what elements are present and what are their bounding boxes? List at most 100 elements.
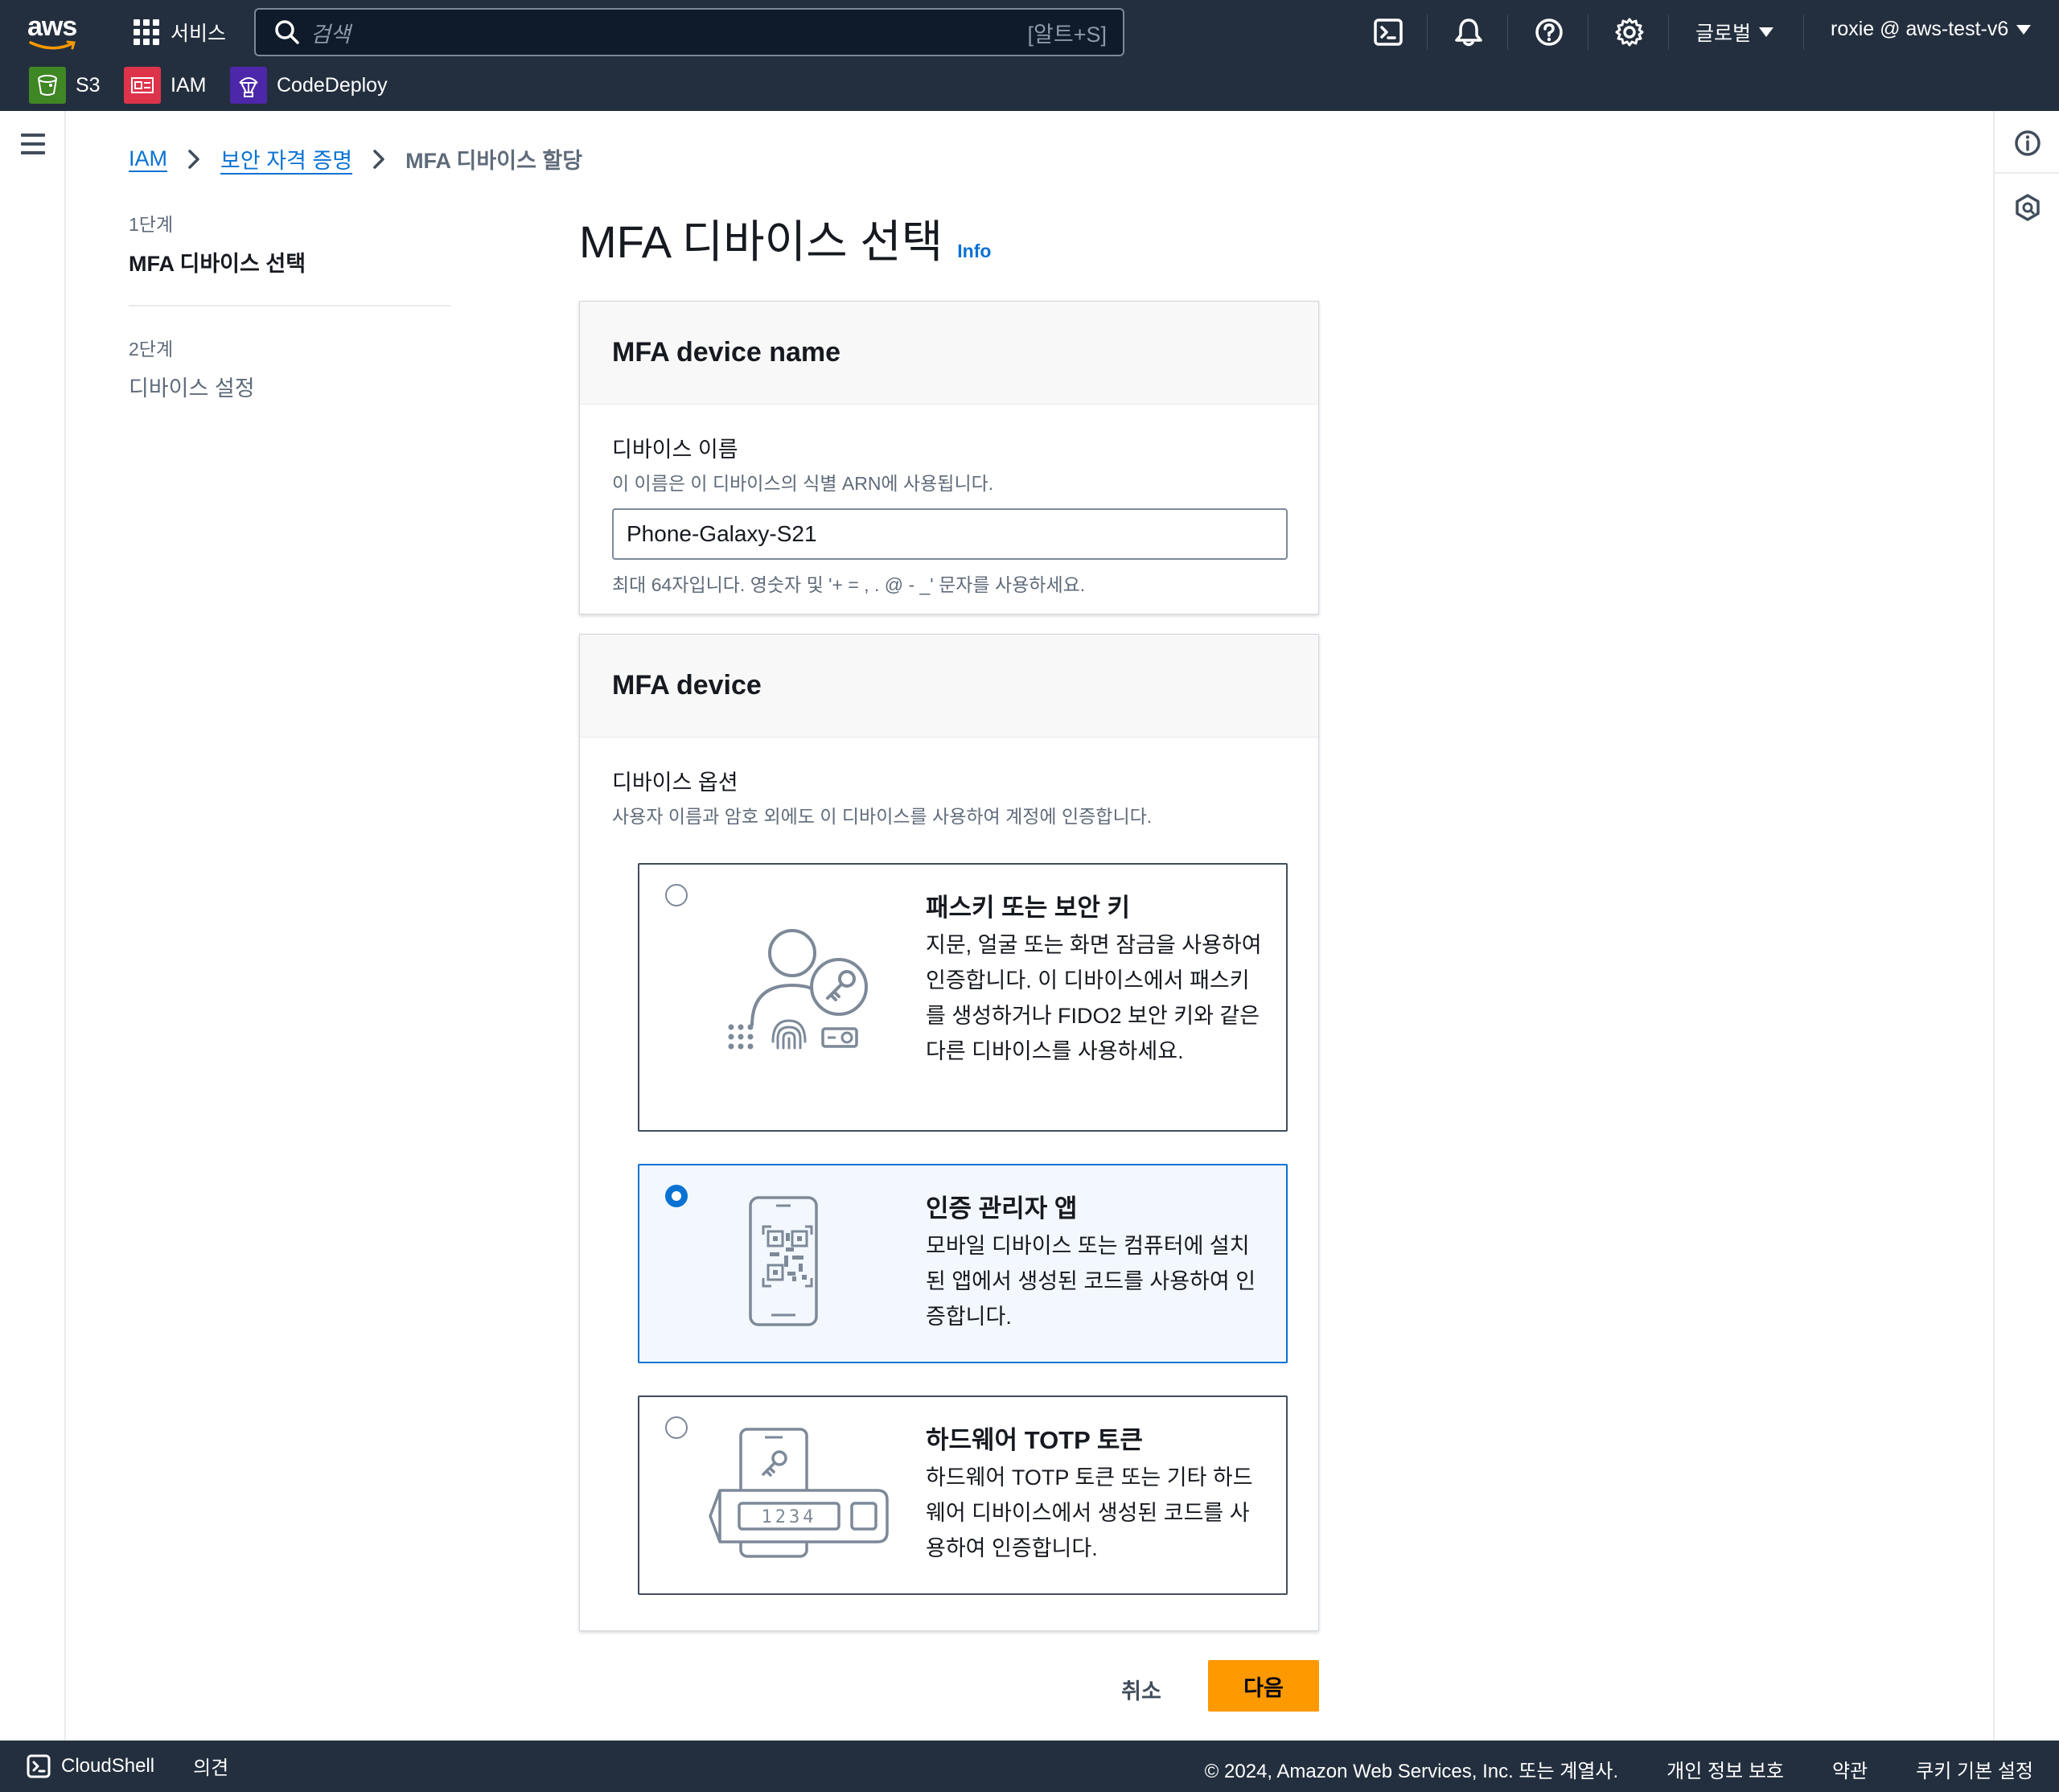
favorite-s3[interactable]: S3	[29, 67, 101, 104]
authenticator-phone-qr-icon	[749, 1196, 818, 1326]
option-tile-hardware-totp[interactable]: 1234 하드웨어 TOTP 토큰 하드웨어 TOTP 토큰 또는 기타 하드웨…	[638, 1395, 1288, 1595]
next-button[interactable]: 다음	[1208, 1660, 1319, 1712]
hexagon-assistant-icon	[2016, 194, 2040, 221]
account-menu[interactable]: roxie @ aws-test-v6	[1831, 18, 2032, 41]
wizard-step-2: 2단계 디바이스 설정	[129, 334, 450, 402]
search-icon	[275, 20, 299, 44]
qdeveloper-panel-button[interactable]	[1995, 193, 2059, 222]
nav-divider	[1427, 14, 1428, 50]
wizard-step-1: 1단계 MFA 디바이스 선택	[129, 209, 450, 277]
search-placeholder: 검색	[310, 22, 351, 47]
passkey-illustration-icon	[728, 929, 868, 1050]
iam-icon	[124, 67, 161, 104]
favorite-label: IAM	[171, 73, 207, 97]
feedback-link[interactable]: 의견	[193, 1752, 228, 1780]
container-title: MFA device name	[612, 337, 841, 368]
container-title: MFA device	[612, 670, 762, 701]
step-title: MFA 디바이스 선택	[129, 252, 306, 276]
services-label: 서비스	[171, 23, 227, 45]
step-title: 디바이스 설정	[129, 376, 255, 401]
services-grid-icon	[134, 19, 159, 45]
field-description: 이 이름은 이 디바이스의 식별 ARN에 사용됩니다.	[612, 473, 994, 494]
step-divider	[129, 305, 450, 306]
favorite-label: S3	[76, 73, 101, 97]
device-name-value: Phone-Galaxy-S21	[627, 521, 817, 546]
footer: CloudShell 의견 © 2024, Amazon Web Service…	[0, 1741, 2059, 1792]
rail-divider	[1995, 172, 2059, 174]
cloudshell-icon[interactable]	[1372, 16, 1404, 48]
notifications-bell-icon[interactable]	[1453, 16, 1485, 48]
radio-hardware-totp[interactable]	[665, 1416, 688, 1439]
option-tile-authenticator-app[interactable]: 인증 관리자 앱 모바일 디바이스 또는 컴퓨터에 설치된 앱에서 생성된 코드…	[638, 1164, 1288, 1363]
breadcrumb-link-iam[interactable]: IAM	[129, 146, 167, 171]
search-input[interactable]: 검색 [알트+S]	[254, 8, 1124, 56]
breadcrumb-link-security-credentials[interactable]: 보안 자격 증명	[220, 143, 352, 175]
aws-smile-icon	[29, 40, 76, 50]
option-title: 인증 관리자 앱	[926, 1194, 1078, 1223]
field-label: 디바이스 옵션	[612, 771, 738, 795]
option-description: 지문, 얼굴 또는 화면 잠금을 사용하여 인증합니다. 이 디바이스에서 패스…	[926, 933, 1262, 1063]
info-panel-button[interactable]	[1995, 129, 2059, 158]
field-label: 디바이스 이름	[612, 438, 738, 462]
option-description: 모바일 디바이스 또는 컴퓨터에 설치된 앱에서 생성된 코드를 사용하여 인증…	[926, 1234, 1256, 1329]
breadcrumb: IAM 보안 자격 증명 MFA 디바이스 할당	[129, 143, 582, 175]
nav-divider	[1803, 14, 1804, 50]
region-selector[interactable]: 글로벌	[1695, 18, 1774, 47]
caret-down-icon	[1759, 27, 1774, 37]
terms-link[interactable]: 약관	[1832, 1755, 1868, 1783]
caret-down-icon	[2016, 24, 2032, 35]
privacy-link[interactable]: 개인 정보 보호	[1667, 1755, 1784, 1783]
token-display-code: 1234	[762, 1507, 817, 1527]
cookie-preferences-link[interactable]: 쿠키 기본 설정	[1916, 1755, 2033, 1783]
favorite-iam[interactable]: IAM	[124, 67, 207, 104]
device-name-input[interactable]: Phone-Galaxy-S21	[612, 508, 1288, 560]
radio-passkey[interactable]	[665, 884, 688, 906]
help-icon[interactable]	[1533, 16, 1565, 48]
top-navigation: aws 서비스 검색 [알트+S] 글로벌 roxie @ aws-test-v…	[0, 0, 2059, 111]
settings-gear-icon[interactable]	[1613, 16, 1646, 48]
info-circle-icon	[2015, 130, 2041, 156]
account-label: roxie @ aws-test-v6	[1831, 18, 2009, 40]
wizard-steps: 1단계 MFA 디바이스 선택 2단계 디바이스 설정	[129, 209, 450, 402]
favorite-codedeploy[interactable]: CodeDeploy	[230, 67, 388, 104]
step-number: 1단계	[129, 214, 174, 235]
field-description: 사용자 이름과 암호 외에도 이 디바이스를 사용하여 계정에 인증합니다.	[612, 806, 1153, 827]
option-title: 패스키 또는 보안 키	[926, 894, 1130, 922]
chevron-right-icon	[188, 149, 199, 169]
container-header: MFA device name	[580, 302, 1318, 405]
option-description: 하드웨어 TOTP 토큰 또는 기타 하드웨어 디바이스에서 생성된 코드를 사…	[926, 1465, 1253, 1560]
s3-icon	[29, 67, 66, 104]
device-name-container: MFA device name 디바이스 이름 이 이름은 이 디바이스의 식별…	[579, 301, 1319, 614]
cloudshell-icon	[27, 1754, 51, 1778]
info-link[interactable]: Info	[957, 240, 991, 262]
radio-authenticator-app[interactable]	[665, 1185, 688, 1207]
device-options-container: MFA device 디바이스 옵션 사용자 이름과 암호 외에도 이 디바이스…	[579, 634, 1319, 1631]
nav-divider	[1507, 14, 1508, 50]
container-body: 디바이스 이름 이 이름은 이 디바이스의 식별 ARN에 사용됩니다. Pho…	[580, 405, 1318, 597]
nav-divider	[1668, 14, 1669, 50]
page-header: MFA 디바이스 선택 Info	[579, 206, 991, 271]
option-title: 하드웨어 TOTP 토큰	[926, 1426, 1143, 1454]
favorite-label: CodeDeploy	[277, 73, 388, 97]
hardware-token-icon: 1234	[709, 1428, 889, 1558]
breadcrumb-current: MFA 디바이스 할당	[405, 149, 583, 173]
aws-logo[interactable]: aws	[27, 11, 82, 51]
chevron-right-icon	[373, 149, 384, 169]
region-label: 글로벌	[1695, 23, 1752, 45]
page-title: MFA 디바이스 선택	[579, 216, 943, 267]
field-constraint: 최대 64자입니다. 영숫자 및 '+ = , . @ - _' 문자를 사용하…	[612, 574, 1086, 595]
services-menu-button[interactable]: 서비스	[134, 14, 226, 50]
tools-rail	[1993, 111, 2059, 1741]
container-header: MFA device	[580, 635, 1318, 738]
menu-hamburger-icon[interactable]	[21, 134, 45, 154]
option-tile-passkey[interactable]: 패스키 또는 보안 키 지문, 얼굴 또는 화면 잠금을 사용하여 인증합니다.…	[638, 863, 1288, 1132]
step-number: 2단계	[129, 339, 174, 360]
search-shortcut: [알트+S]	[1027, 22, 1107, 47]
side-navigation-rail	[0, 111, 66, 1741]
cloudshell-button[interactable]: CloudShell	[26, 1753, 154, 1779]
codedeploy-icon	[230, 67, 267, 104]
cloudshell-label: CloudShell	[61, 1754, 155, 1777]
container-body: 디바이스 옵션 사용자 이름과 암호 외에도 이 디바이스를 사용하여 계정에 …	[580, 738, 1318, 1630]
copyright-text: © 2024, Amazon Web Services, Inc. 또는 계열사…	[1204, 1761, 1619, 1782]
cancel-button[interactable]: 취소	[1099, 1665, 1184, 1713]
